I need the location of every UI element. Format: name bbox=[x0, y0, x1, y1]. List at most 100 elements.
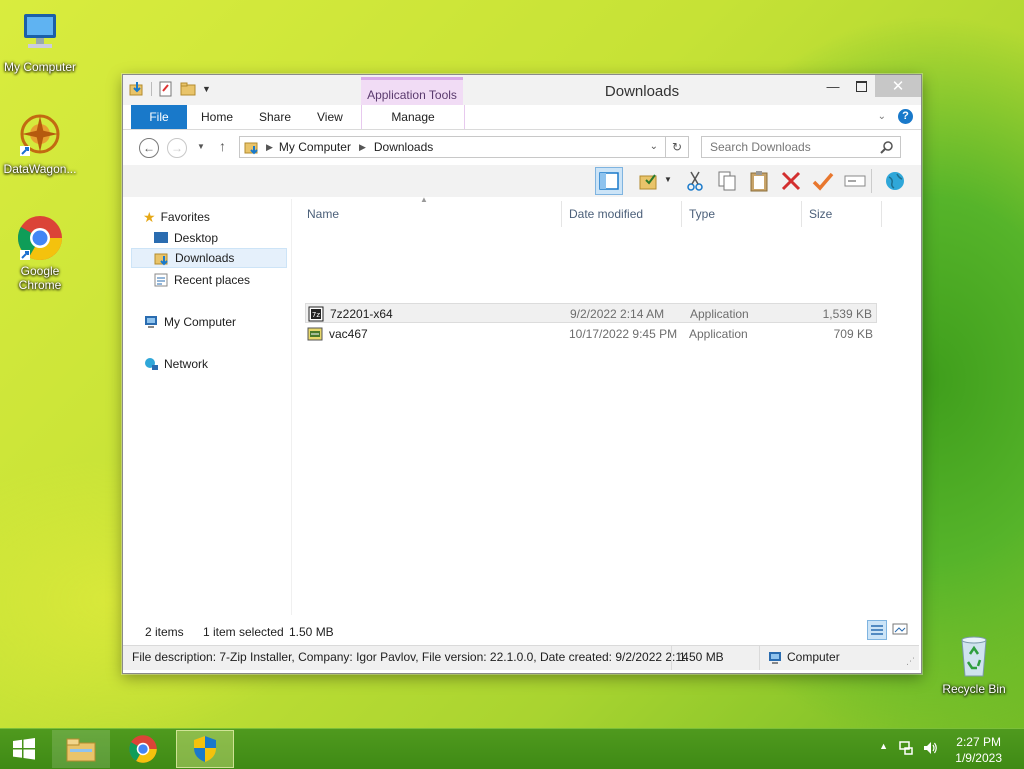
help-icon[interactable]: ? bbox=[898, 109, 913, 124]
infobar-divider bbox=[671, 646, 672, 670]
show-hidden-icons-icon[interactable]: ▲ bbox=[879, 741, 888, 751]
nav-label: Network bbox=[164, 357, 209, 371]
minimize-icon: — bbox=[826, 78, 840, 94]
start-button[interactable] bbox=[0, 730, 48, 768]
expand-ribbon-icon[interactable]: ⌄ bbox=[878, 111, 886, 122]
file-row[interactable]: 7z 7z2201-x64 9/2/2022 2:14 AM Applicati… bbox=[305, 303, 877, 323]
column-header-size[interactable]: Size bbox=[809, 203, 832, 227]
installer-app-icon bbox=[307, 327, 323, 341]
address-bar[interactable]: ▶ My Computer ▶ Downloads ⌄ bbox=[239, 136, 689, 158]
nav-my-computer[interactable]: My Computer bbox=[143, 312, 236, 332]
tab-file[interactable]: File bbox=[131, 105, 187, 129]
item-count: 2 items bbox=[145, 625, 184, 639]
desktop-icon-recycle-bin[interactable]: Recycle Bin bbox=[934, 632, 1014, 696]
back-arrow-icon: ← bbox=[143, 141, 155, 155]
taskbar: ▲ 2:27 PM 1/9/2023 bbox=[0, 728, 1024, 769]
column-header-type[interactable]: Type bbox=[689, 203, 715, 227]
title-bar[interactable]: ▼ Application Tools Downloads — ✕ bbox=[123, 75, 921, 105]
column-header-date-modified[interactable]: Date modified bbox=[569, 203, 643, 227]
copy-button[interactable] bbox=[713, 167, 741, 195]
maximize-button[interactable] bbox=[847, 75, 875, 97]
folder-options-button[interactable] bbox=[635, 167, 663, 195]
clock[interactable]: 2:27 PM 1/9/2023 bbox=[955, 734, 1002, 766]
desktop-icon-google-chrome[interactable]: Google Chrome bbox=[0, 214, 80, 292]
desktop-icon-label: Recycle Bin bbox=[942, 682, 1006, 696]
file-explorer-icon bbox=[66, 738, 96, 762]
details-view-button[interactable] bbox=[867, 620, 887, 640]
folder-options-dropdown-icon[interactable]: ▼ bbox=[664, 175, 672, 184]
delete-button[interactable] bbox=[777, 167, 805, 195]
nav-label: Desktop bbox=[174, 231, 219, 245]
selected-count: 1 item selected bbox=[203, 625, 284, 639]
details-info-bar: File description: 7-Zip Installer, Compa… bbox=[123, 645, 919, 670]
preview-pane-button[interactable] bbox=[595, 167, 623, 195]
taskbar-security-shield[interactable] bbox=[176, 730, 234, 768]
globe-icon bbox=[886, 172, 904, 190]
chrome-icon bbox=[129, 735, 157, 763]
ribbon-right: ⌄ ? bbox=[878, 109, 913, 124]
taskbar-file-explorer[interactable] bbox=[52, 730, 110, 768]
close-button[interactable]: ✕ bbox=[875, 75, 921, 97]
cut-button[interactable] bbox=[681, 167, 709, 195]
file-name: 7z2201-x64 bbox=[330, 307, 393, 321]
infobar-size: 1.50 MB bbox=[679, 650, 724, 664]
file-row[interactable]: vac467 10/17/2022 9:45 PM Application 70… bbox=[305, 324, 877, 344]
address-dropdown-icon[interactable]: ⌄ bbox=[650, 141, 658, 152]
back-button[interactable]: ← bbox=[139, 138, 159, 158]
windows-logo-icon bbox=[13, 738, 35, 760]
desktop-icon-datawagon[interactable]: DataWagon... bbox=[0, 112, 80, 176]
thumbnail-view-button[interactable] bbox=[891, 620, 911, 640]
taskbar-google-chrome[interactable] bbox=[114, 730, 172, 768]
paste-button[interactable] bbox=[745, 167, 773, 195]
nav-label: Favorites bbox=[160, 210, 210, 224]
custom-toolbar: ▼ bbox=[123, 165, 921, 197]
rename-icon bbox=[844, 175, 866, 187]
window-title: Downloads bbox=[604, 83, 680, 100]
volume-icon[interactable] bbox=[922, 740, 938, 756]
ribbon-tabs: File Home Share View Manage ⌄ ? bbox=[123, 105, 921, 130]
clipboard-icon bbox=[750, 171, 768, 192]
minimize-button[interactable]: — bbox=[819, 75, 847, 97]
tab-share[interactable]: Share bbox=[259, 105, 291, 129]
desktop-icon-my-computer[interactable]: My Computer bbox=[0, 10, 80, 74]
network-globe-button[interactable] bbox=[881, 167, 909, 195]
computer-icon bbox=[145, 316, 157, 328]
downloads-folder-icon bbox=[154, 253, 168, 266]
network-icon[interactable] bbox=[898, 740, 914, 756]
properties-button[interactable] bbox=[809, 167, 837, 195]
maximize-icon bbox=[855, 80, 867, 92]
forward-button[interactable]: → bbox=[167, 138, 187, 158]
refresh-icon: ↻ bbox=[671, 140, 683, 154]
recent-locations-icon[interactable]: ▼ bbox=[197, 142, 205, 151]
nav-network[interactable]: Network bbox=[143, 354, 208, 374]
search-input[interactable]: Search Downloads bbox=[701, 136, 901, 158]
breadcrumb-my-computer[interactable]: My Computer bbox=[279, 140, 351, 154]
folder-check-icon bbox=[639, 174, 657, 190]
selected-size: 1.50 MB bbox=[289, 625, 334, 639]
file-date: 9/2/2022 2:14 AM bbox=[570, 307, 665, 321]
resize-grip-icon[interactable]: ⋰ bbox=[906, 650, 915, 673]
nav-label: My Computer bbox=[164, 315, 237, 329]
rename-button[interactable] bbox=[841, 167, 869, 195]
close-icon: ✕ bbox=[891, 78, 905, 95]
tab-home[interactable]: Home bbox=[201, 105, 233, 129]
file-size: 1,539 KB bbox=[822, 307, 872, 321]
nav-desktop[interactable]: Desktop bbox=[153, 228, 303, 248]
refresh-button[interactable]: ↻ bbox=[665, 136, 689, 158]
desktop-icon-label: Google Chrome bbox=[18, 264, 62, 292]
column-header-name[interactable]: Name bbox=[307, 203, 339, 227]
clock-time: 2:27 PM bbox=[956, 735, 1001, 749]
recycle-bin-icon bbox=[950, 632, 998, 680]
computer-icon bbox=[769, 652, 781, 664]
column-divider bbox=[881, 201, 882, 227]
recent-places-icon bbox=[154, 273, 168, 287]
nav-downloads[interactable]: Downloads bbox=[131, 248, 287, 268]
tab-view[interactable]: View bbox=[317, 105, 343, 129]
search-icon bbox=[880, 141, 893, 154]
nav-recent-places[interactable]: Recent places bbox=[153, 270, 250, 290]
breadcrumb-downloads[interactable]: Downloads bbox=[374, 140, 433, 154]
folder-icon bbox=[244, 142, 258, 155]
tab-manage[interactable]: Manage bbox=[361, 105, 465, 129]
nav-favorites[interactable]: ★ Favorites bbox=[143, 207, 210, 227]
up-arrow-icon[interactable]: ↑ bbox=[219, 138, 226, 154]
